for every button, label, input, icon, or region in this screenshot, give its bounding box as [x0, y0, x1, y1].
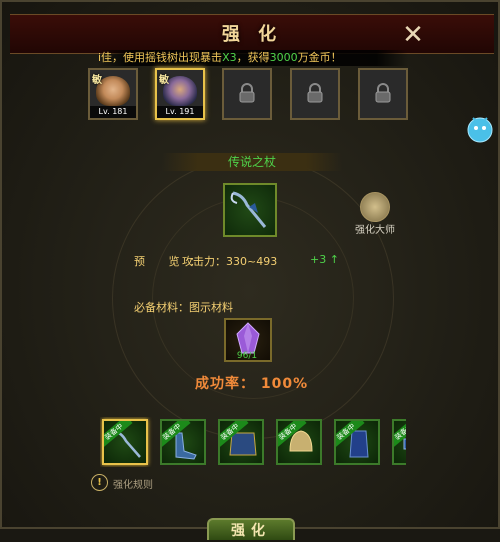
material-count: 96/1: [236, 351, 258, 361]
target-item-slot[interactable]: [223, 183, 277, 237]
hero-slot-locked[interactable]: [358, 68, 408, 120]
marquee-highlight: X3: [222, 51, 237, 64]
equipment-slot[interactable]: 装备中: [218, 419, 264, 465]
hero-class-tag: 敏: [159, 75, 169, 86]
master-icon: [360, 192, 390, 222]
strengthen-window: 强 化 ✕ i佳，使用摇钱树出现暴击X3，获得3000万金币！ 敏 Lv. 18…: [0, 0, 500, 540]
strengthen-master-button[interactable]: 强化大师: [352, 192, 398, 238]
staff-icon: [230, 191, 267, 228]
lock-icon: [375, 83, 391, 103]
hero-slot-selected[interactable]: 敏 Lv. 191: [155, 68, 205, 120]
stat-bonus: +3 ↑: [310, 253, 339, 266]
equipment-slot[interactable]: 装备中: [276, 419, 322, 465]
hero-class-tag: 敏: [92, 75, 102, 86]
marquee-text: ，获得: [236, 51, 270, 64]
marquee-highlight: 3000: [269, 51, 298, 64]
required-material-text: 必备材料：图示材料: [134, 301, 233, 314]
close-button[interactable]: ✕: [400, 22, 426, 48]
lock-icon: [307, 83, 323, 103]
hero-slot-locked[interactable]: [222, 68, 272, 120]
item-name: 传说之杖: [227, 155, 276, 169]
rules-label: 强化规则: [113, 480, 153, 491]
stat-preview: 预 览：攻击力：330~493: [134, 253, 277, 269]
hero-level: Lv. 181: [90, 106, 136, 118]
success-rate: 成功率： 100%: [195, 376, 309, 392]
equipment-slot[interactable]: 装备中: [334, 419, 380, 465]
warning-icon: !: [91, 474, 108, 491]
equipment-slot[interactable]: 装备中: [392, 419, 406, 465]
lock-icon: [239, 83, 255, 103]
equipment-slot-selected[interactable]: 装备中: [102, 419, 148, 465]
strengthen-button[interactable]: 强化: [207, 518, 295, 540]
mascot-icon[interactable]: [465, 114, 495, 148]
master-label: 强化大师: [355, 225, 395, 236]
hero-slot[interactable]: 敏 Lv. 181: [88, 68, 138, 120]
preview-stat: 攻击力：330~493: [182, 255, 278, 268]
equipment-list: 装备中 装备中 装备中 装备中 装备中 装备中: [100, 417, 406, 467]
marquee-text: 万金币！: [297, 51, 342, 64]
preview-label: 预 览：: [134, 255, 211, 268]
hero-level: Lv. 191: [157, 106, 203, 118]
hero-slot-locked[interactable]: [290, 68, 340, 120]
equipment-slot[interactable]: 装备中: [160, 419, 206, 465]
marquee-text: i佳，使用摇钱树出现暴击: [98, 51, 223, 64]
announcement-marquee: i佳，使用摇钱树出现暴击X3，获得3000万金币！: [98, 50, 408, 66]
